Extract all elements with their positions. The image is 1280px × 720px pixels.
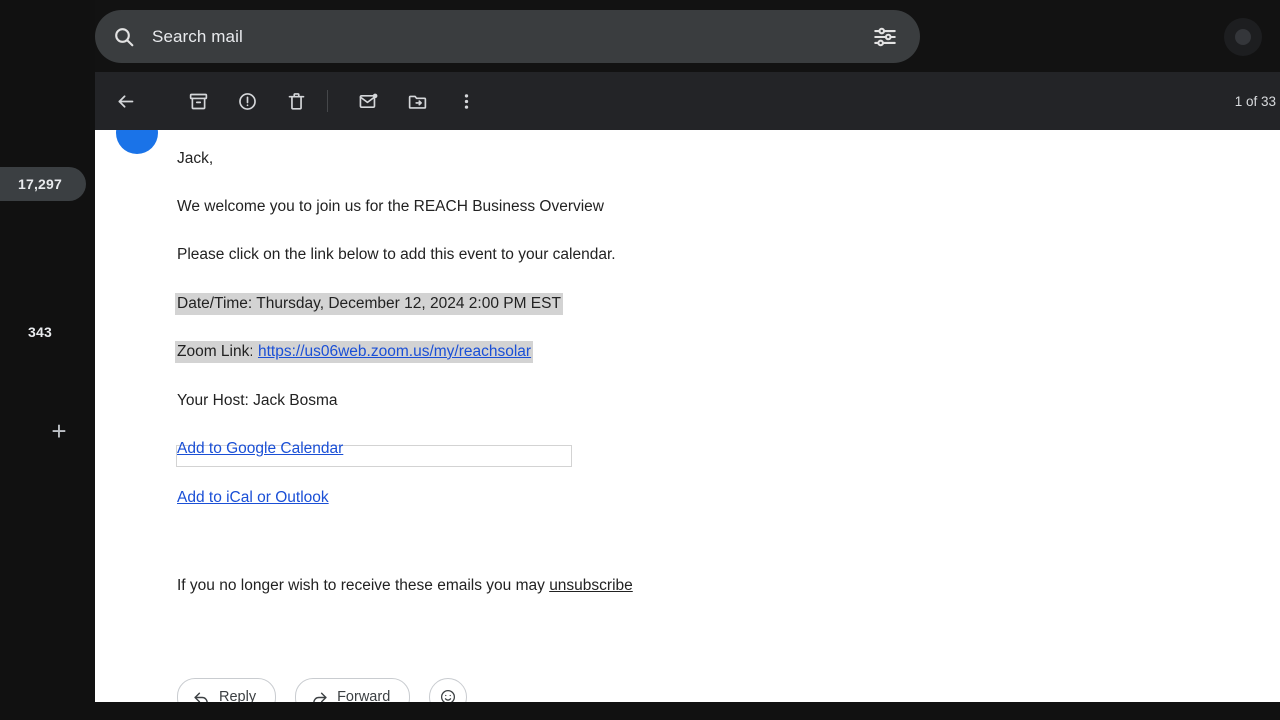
- reply-icon: [194, 692, 208, 702]
- email-paragraph-1: We welcome you to join us for the REACH …: [177, 198, 604, 215]
- emoji-reaction-button[interactable]: [429, 678, 468, 702]
- report-spam-icon[interactable]: [227, 81, 267, 121]
- email-greeting: Jack,: [177, 150, 214, 167]
- sidebar: 17,297 343 +: [0, 0, 95, 720]
- sidebar-item-inbox-count: 17,297: [17, 176, 63, 192]
- message-actions: Reply Forward: [177, 678, 468, 702]
- mark-unread-icon[interactable]: [348, 81, 388, 121]
- unsubscribe-link[interactable]: unsubscribe: [549, 577, 633, 594]
- email-body-panel: Jack, We welcome you to join us for the …: [95, 130, 1280, 702]
- sidebar-item-inbox[interactable]: 17,297: [0, 167, 86, 201]
- filter-options-icon[interactable]: [872, 24, 898, 50]
- sidebar-item-secondary-count: 343: [28, 324, 52, 340]
- sidebar-item-secondary[interactable]: 343: [0, 315, 86, 349]
- delete-icon[interactable]: [276, 81, 316, 121]
- gmail-window: 17,297 343 + Search mail 1 of 33 Jack, W…: [0, 0, 1280, 720]
- more-options-icon[interactable]: [446, 81, 486, 121]
- unsubscribe-line: If you no longer wish to receive these e…: [177, 576, 633, 596]
- reply-button-label: Reply: [219, 689, 257, 702]
- search-input[interactable]: Search mail: [152, 27, 872, 47]
- search-icon: [112, 25, 136, 49]
- email-zoom-label: Zoom Link:: [175, 341, 256, 363]
- smiley-icon: [441, 689, 456, 702]
- email-host: Your Host: Jack Bosma: [177, 392, 338, 409]
- unsubscribe-prefix: If you no longer wish to receive these e…: [177, 577, 550, 594]
- archive-icon[interactable]: [178, 81, 218, 121]
- reply-button[interactable]: Reply: [177, 678, 277, 702]
- email-zoom-url[interactable]: https://us06web.zoom.us/my/reachsolar: [255, 341, 534, 363]
- forward-button-label: Forward: [337, 689, 391, 702]
- search-bar[interactable]: Search mail: [95, 10, 920, 63]
- sender-avatar[interactable]: [116, 130, 158, 154]
- move-to-folder-icon[interactable]: [397, 81, 437, 121]
- add-to-google-calendar-link[interactable]: Add to Google Calendar: [177, 439, 343, 459]
- add-to-ical-outlook-link[interactable]: Add to iCal or Outlook: [177, 488, 329, 508]
- email-paragraph-2: Please click on the link below to add th…: [177, 246, 616, 263]
- email-datetime-text: Date/Time: Thursday, December 12, 2024 2…: [175, 293, 563, 315]
- email-zoom-link-line: Zoom Link: https://us06web.zoom.us/my/re…: [175, 341, 534, 363]
- message-toolbar: 1 of 33: [95, 72, 1280, 130]
- back-icon[interactable]: [105, 81, 145, 121]
- toolbar-divider: [327, 90, 328, 112]
- forward-button[interactable]: Forward: [295, 678, 411, 702]
- plus-icon[interactable]: +: [44, 416, 74, 446]
- pagination-count: 1 of 33: [1234, 93, 1276, 109]
- avatar[interactable]: [1224, 18, 1262, 56]
- forward-icon: [313, 692, 327, 702]
- email-datetime: Date/Time: Thursday, December 12, 2024 2…: [175, 293, 563, 315]
- window-bottom-band: [0, 702, 1280, 720]
